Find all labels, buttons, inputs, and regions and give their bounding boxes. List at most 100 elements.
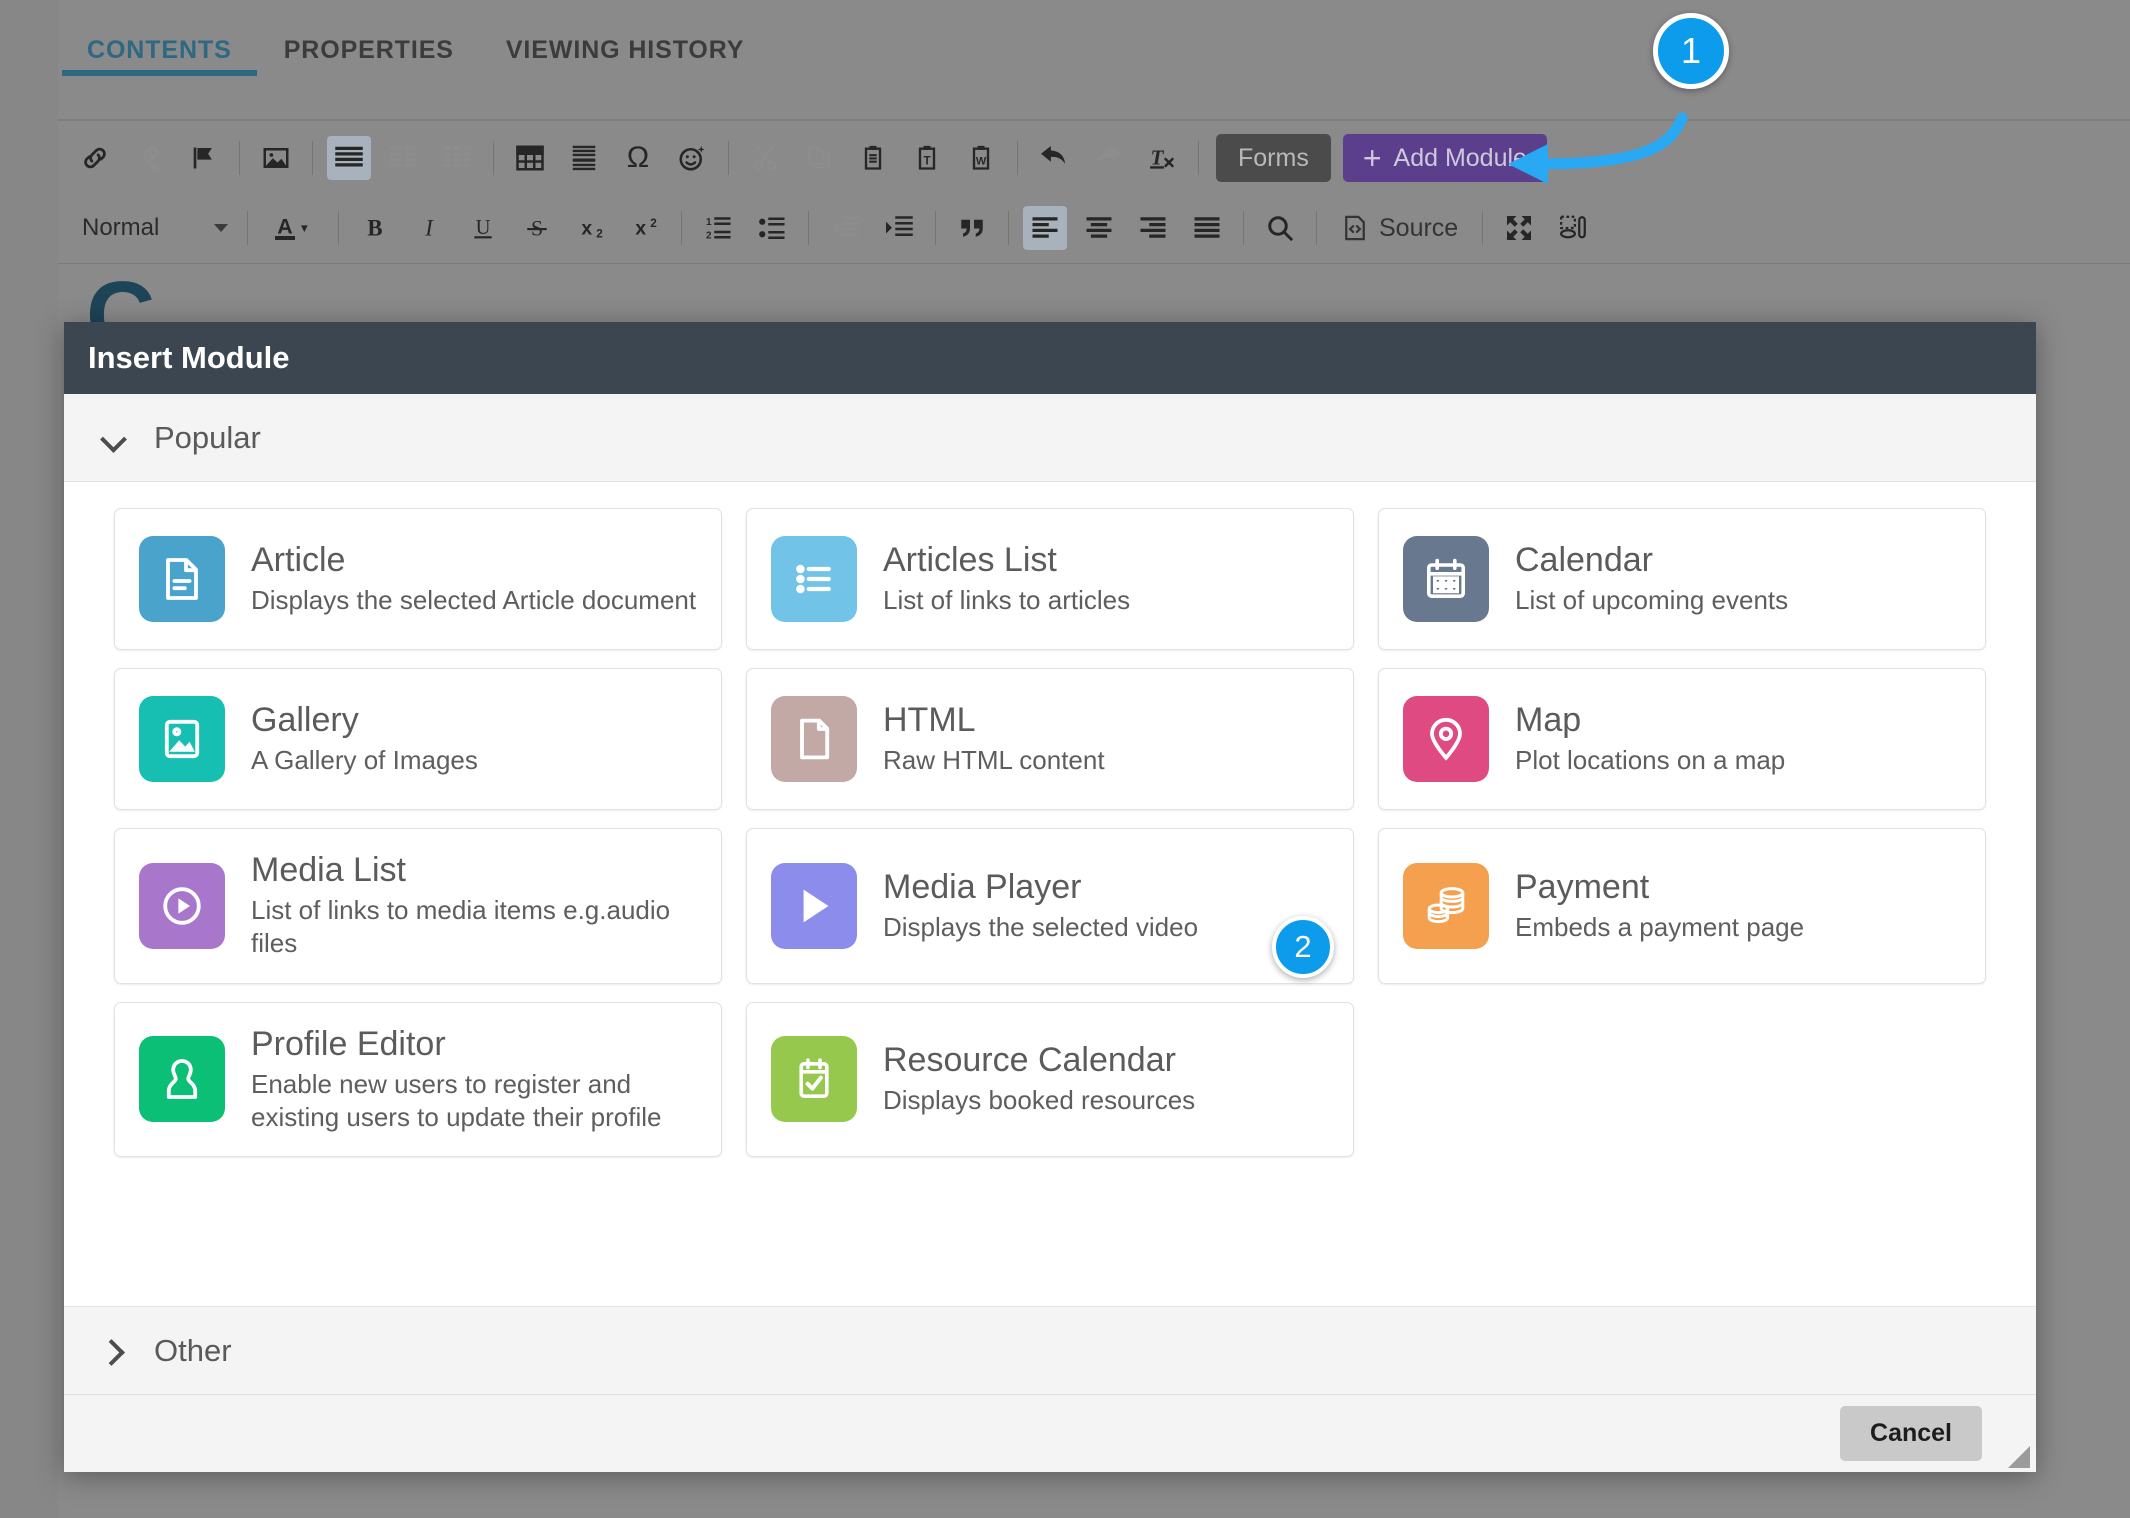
text-color-icon[interactable]: A	[262, 206, 324, 250]
module-card-calendar[interactable]: Calendar List of upcoming events	[1378, 508, 1986, 650]
paragraph-format-value: Normal	[82, 214, 159, 242]
cut-icon[interactable]	[743, 136, 787, 180]
module-card-profile-editor[interactable]: Profile Editor Enable new users to regis…	[114, 1002, 722, 1158]
paste-icon[interactable]	[851, 136, 895, 180]
cancel-button[interactable]: Cancel	[1840, 1406, 1982, 1461]
redo-icon[interactable]	[1086, 136, 1130, 180]
module-card-text: Media List List of links to media items …	[251, 851, 697, 961]
paste-as-text-icon[interactable]: T	[905, 136, 949, 180]
svg-text:2: 2	[650, 217, 657, 230]
calendar-grid-icon	[1403, 536, 1489, 622]
blank-page-icon	[771, 696, 857, 782]
tab-properties[interactable]: PROPERTIES	[258, 0, 480, 95]
subscript-icon[interactable]: x 2	[569, 206, 613, 250]
template-2-column-icon[interactable]	[381, 136, 425, 180]
unlink-icon[interactable]	[127, 136, 171, 180]
increase-indent-icon[interactable]	[877, 206, 921, 250]
add-module-button[interactable]: + Add Module	[1343, 134, 1547, 182]
application-window: CONTENTS PROPERTIES VIEWING HISTORY	[0, 0, 2130, 1518]
italic-icon[interactable]: I	[407, 206, 451, 250]
svg-text:2: 2	[596, 228, 603, 241]
align-right-icon[interactable]	[1131, 206, 1175, 250]
section-label-popular: Popular	[154, 420, 261, 456]
callout-badge-1: 1	[1653, 13, 1729, 89]
align-center-icon[interactable]	[1077, 206, 1121, 250]
module-card-resource-calendar[interactable]: Resource Calendar Displays booked resour…	[746, 1002, 1354, 1158]
link-icon[interactable]	[73, 136, 117, 180]
anchor-flag-icon[interactable]	[181, 136, 225, 180]
decrease-indent-icon[interactable]	[823, 206, 867, 250]
image-icon	[139, 696, 225, 782]
editor-toolbar: Ω	[58, 123, 2130, 264]
align-justify-icon[interactable]	[1185, 206, 1229, 250]
module-title: Resource Calendar	[883, 1041, 1195, 1079]
toolbar-separator	[728, 141, 729, 175]
module-card-payment[interactable]: Payment Embeds a payment page	[1378, 828, 1986, 984]
superscript-icon[interactable]: x 2	[623, 206, 667, 250]
special-character-icon[interactable]: Ω	[616, 136, 660, 180]
toolbar-separator	[312, 141, 313, 175]
template-3-column-icon[interactable]	[435, 136, 479, 180]
undo-icon[interactable]	[1032, 136, 1076, 180]
forms-button[interactable]: Forms	[1216, 134, 1331, 182]
svg-text:1: 1	[706, 217, 712, 228]
tab-viewing-history[interactable]: VIEWING HISTORY	[480, 0, 771, 95]
module-card-text: Calendar List of upcoming events	[1515, 541, 1788, 617]
toolbar-separator	[493, 141, 494, 175]
svg-text:U: U	[476, 217, 491, 239]
template-1-column-icon[interactable]	[327, 136, 371, 180]
map-pin-icon	[1403, 696, 1489, 782]
callout-badge-2: 2	[1272, 916, 1334, 978]
section-header-other[interactable]: Other	[64, 1306, 2036, 1394]
show-blocks-icon[interactable]	[1551, 206, 1595, 250]
align-left-icon[interactable]	[1023, 206, 1067, 250]
svg-text:x: x	[581, 218, 592, 239]
module-description: Displays booked resources	[883, 1084, 1195, 1117]
section-label-other: Other	[154, 1333, 232, 1369]
emoji-icon[interactable]	[670, 136, 714, 180]
blockquote-icon[interactable]	[950, 206, 994, 250]
dialog-body: Popular Article	[64, 394, 2036, 1394]
maximize-icon[interactable]	[1497, 206, 1541, 250]
strikethrough-icon[interactable]: S	[515, 206, 559, 250]
find-icon[interactable]	[1258, 206, 1302, 250]
toolbar-row-2: Normal A B I	[58, 193, 2130, 263]
play-circle-icon	[139, 863, 225, 949]
module-card-html[interactable]: HTML Raw HTML content	[746, 668, 1354, 810]
paste-from-word-icon[interactable]: W	[959, 136, 1003, 180]
module-card-map[interactable]: Map Plot locations on a map	[1378, 668, 1986, 810]
table-icon[interactable]	[508, 136, 552, 180]
module-card-article[interactable]: Article Displays the selected Article do…	[114, 508, 722, 650]
module-card-media-list[interactable]: Media List List of links to media items …	[114, 828, 722, 984]
module-card-text: Payment Embeds a payment page	[1515, 868, 1804, 944]
numbered-list-icon[interactable]: 1 2	[696, 206, 740, 250]
toolbar-separator	[1017, 141, 1018, 175]
tab-contents[interactable]: CONTENTS	[61, 0, 258, 95]
tab-contents-label: CONTENTS	[87, 36, 232, 64]
dialog-header: Insert Module	[64, 322, 2036, 394]
page-break-icon[interactable]	[562, 136, 606, 180]
bold-icon[interactable]: B	[353, 206, 397, 250]
module-title: Media Player	[883, 868, 1198, 906]
insert-module-dialog: Insert Module Popular	[64, 322, 2036, 1472]
remove-format-icon[interactable]: T	[1140, 136, 1184, 180]
copy-icon[interactable]	[797, 136, 841, 180]
toolbar-row-1: Ω	[58, 123, 2130, 193]
bulleted-list-icon	[771, 536, 857, 622]
paragraph-format-select[interactable]: Normal	[82, 207, 232, 249]
module-card-media-player[interactable]: Media Player Displays the selected video	[746, 828, 1354, 984]
module-card-gallery[interactable]: Gallery A Gallery of Images	[114, 668, 722, 810]
module-description: Embeds a payment page	[1515, 911, 1804, 944]
resize-grip-icon[interactable]	[2008, 1446, 2030, 1468]
module-description: List of links to articles	[883, 584, 1130, 617]
bulleted-list-icon[interactable]	[750, 206, 794, 250]
toolbar-separator	[1198, 141, 1199, 175]
svg-text:T: T	[1151, 145, 1165, 169]
section-header-popular[interactable]: Popular	[64, 394, 2036, 482]
source-button[interactable]: Source	[1331, 206, 1468, 250]
module-card-articles-list[interactable]: Articles List List of links to articles	[746, 508, 1354, 650]
image-icon[interactable]	[254, 136, 298, 180]
svg-text:T: T	[923, 154, 930, 167]
module-grid-wrapper: Article Displays the selected Article do…	[64, 482, 2036, 1306]
underline-icon[interactable]: U	[461, 206, 505, 250]
